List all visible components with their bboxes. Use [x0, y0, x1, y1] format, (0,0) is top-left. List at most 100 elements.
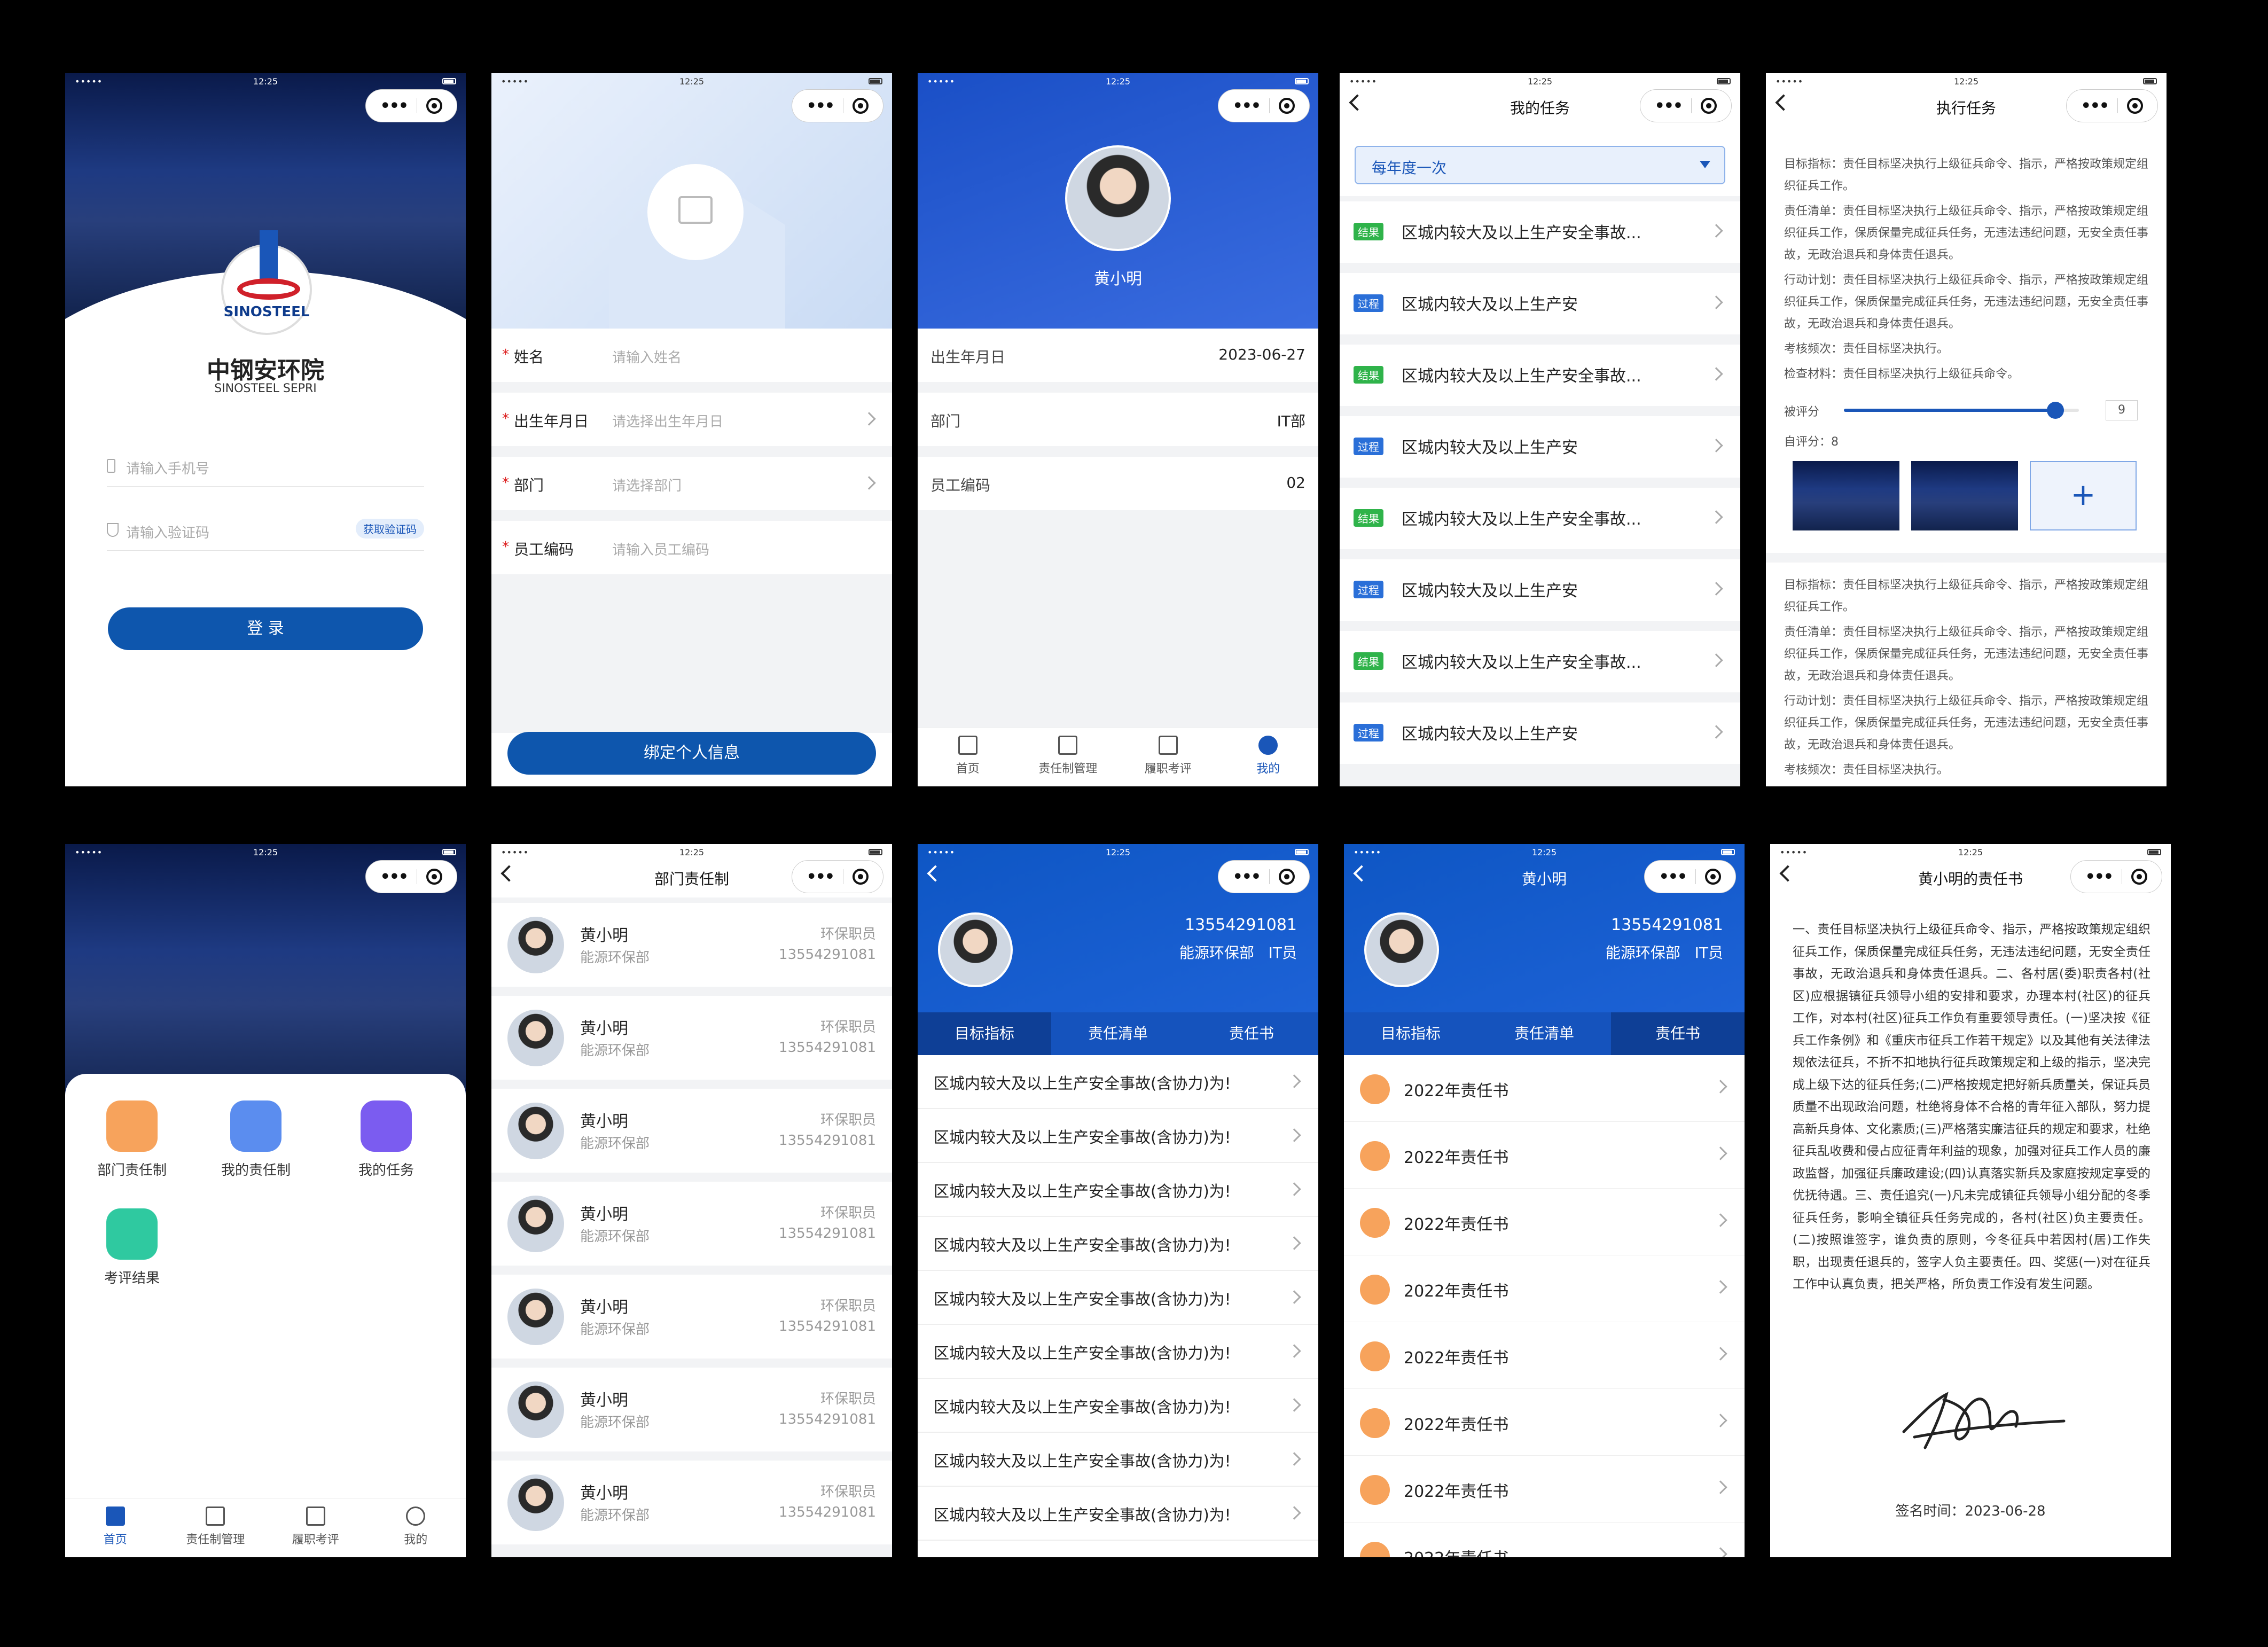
book-item[interactable]: 2022年责任书	[1344, 1322, 1745, 1389]
capsule-menu[interactable]: •••	[2066, 89, 2158, 122]
avatar[interactable]	[1065, 145, 1171, 251]
target-item[interactable]: 区城内较大及以上生产安全事故(含协力)为!	[918, 1379, 1318, 1433]
phone-field[interactable]: 请输入手机号	[107, 452, 424, 487]
capsule-menu[interactable]: •••	[792, 860, 883, 893]
photo-thumb[interactable]	[1793, 461, 1899, 530]
capsule-menu[interactable]: •••	[1218, 89, 1310, 122]
tab-list[interactable]: 责任清单	[1477, 1012, 1611, 1055]
more-icon[interactable]: •••	[1659, 868, 1688, 886]
task-item[interactable]: 结果 区城内较大及以上生产安全事故...	[1340, 201, 1740, 263]
photo-thumb[interactable]	[1911, 461, 2018, 530]
slider-handle[interactable]	[2047, 402, 2064, 419]
tab-mine[interactable]: 我的	[366, 1499, 466, 1557]
person-item[interactable]: 黄小明 能源环保部 环保职员 13554291081	[491, 1461, 892, 1544]
book-item[interactable]: 2022年责任书	[1344, 1523, 1745, 1557]
tab-list[interactable]: 责任清单	[1051, 1012, 1185, 1055]
capsule-menu[interactable]: •••	[792, 89, 883, 122]
tab-target[interactable]: 目标指标	[1344, 1012, 1477, 1055]
dept-picker[interactable]: 请选择部门	[612, 475, 682, 495]
capsule-menu[interactable]: •••	[1644, 860, 1736, 893]
tab-mine[interactable]: 我的	[1218, 728, 1319, 786]
bind-button[interactable]: 绑定个人信息	[507, 732, 876, 775]
book-item[interactable]: 2022年责任书	[1344, 1055, 1745, 1122]
task-item[interactable]: 过程 区城内较大及以上生产安	[1340, 273, 1740, 334]
image-upload-icon[interactable]	[647, 164, 744, 260]
target-item[interactable]: 区城内较大及以上生产安全事故(含协力)为!	[918, 1487, 1318, 1541]
person-item[interactable]: 黄小明 能源环保部 环保职员 13554291081	[491, 1368, 892, 1451]
task-item[interactable]: 过程 区城内较大及以上生产安	[1340, 559, 1740, 621]
capsule-menu[interactable]: •••	[1218, 860, 1310, 893]
capsule-menu[interactable]: •••	[1640, 89, 1732, 122]
person-item[interactable]: 黄小明 能源环保部 环保职员 13554291081	[491, 903, 892, 987]
task-item[interactable]: 结果 区城内较大及以上生产安全事故...	[1340, 631, 1740, 692]
login-button[interactable]: 登 录	[108, 607, 423, 650]
birth-picker[interactable]: 请选择出生年月日	[612, 411, 723, 431]
target-item[interactable]: 区城内较大及以上生产安全事故(含协力)为!	[918, 1325, 1318, 1379]
grid-dept-duty[interactable]: 部门责任制	[87, 1100, 177, 1179]
person-item[interactable]: 黄小明 能源环保部 环保职员 13554291081	[491, 1089, 892, 1173]
more-icon[interactable]: •••	[1233, 868, 1262, 886]
close-mini-icon[interactable]	[853, 869, 869, 885]
tab-duty[interactable]: 责任制管理	[166, 1499, 266, 1557]
tab-target[interactable]: 目标指标	[918, 1012, 1051, 1055]
get-code-button[interactable]: 获取验证码	[356, 519, 424, 538]
capsule-menu[interactable]: •••	[365, 89, 457, 122]
grid-my-task[interactable]: 我的任务	[341, 1100, 432, 1179]
grid-eval-result[interactable]: 考评结果	[87, 1208, 177, 1287]
target-item[interactable]: 区城内较大及以上生产安全事故(含协力)为!	[918, 1109, 1318, 1163]
book-item[interactable]: 2022年责任书	[1344, 1456, 1745, 1523]
close-mini-icon[interactable]	[2127, 98, 2144, 114]
tab-home[interactable]: 首页	[65, 1499, 166, 1557]
more-icon[interactable]: •••	[380, 97, 409, 115]
name-row[interactable]: * 姓名 请输入姓名	[491, 329, 892, 382]
close-mini-icon[interactable]	[1705, 869, 1722, 885]
more-icon[interactable]: •••	[1233, 97, 1262, 115]
book-item[interactable]: 2022年责任书	[1344, 1389, 1745, 1456]
more-icon[interactable]: •••	[807, 97, 835, 115]
close-mini-icon[interactable]	[2131, 869, 2148, 885]
close-mini-icon[interactable]	[1279, 869, 1295, 885]
tab-home[interactable]: 首页	[918, 728, 1018, 786]
close-mini-icon[interactable]	[1279, 98, 1295, 114]
close-mini-icon[interactable]	[426, 98, 443, 114]
target-item[interactable]: 区城内较大及以上生产安全事故(含协力)为!	[918, 1433, 1318, 1487]
code-input[interactable]: 请输入验证码	[126, 522, 209, 542]
tab-letter[interactable]: 责任书	[1611, 1012, 1745, 1055]
add-photo-button[interactable]: +	[2030, 461, 2137, 530]
tab-eval[interactable]: 履职考评	[265, 1499, 366, 1557]
close-mini-icon[interactable]	[1701, 98, 1717, 114]
target-item[interactable]: 区城内较大及以上生产安全事故(含协力)为!	[918, 1217, 1318, 1271]
name-input[interactable]: 请输入姓名	[612, 347, 682, 366]
target-item[interactable]: 区城内较大及以上生产安全事故(含协力)为!	[918, 1055, 1318, 1109]
tab-letter[interactable]: 责任书	[1185, 1012, 1318, 1055]
capsule-menu[interactable]: •••	[365, 860, 457, 893]
capsule-menu[interactable]: •••	[2070, 860, 2162, 893]
score-value-box[interactable]: 9	[2106, 400, 2138, 420]
code-input[interactable]: 请输入员工编码	[612, 539, 709, 559]
tab-duty[interactable]: 责任制管理	[1018, 728, 1119, 786]
target-item[interactable]: 区城内较大及以上生产安全事故(含协力)为!	[918, 1163, 1318, 1217]
more-icon[interactable]: •••	[1655, 97, 1684, 115]
book-item[interactable]: 2022年责任书	[1344, 1122, 1745, 1189]
person-item[interactable]: 黄小明 能源环保部 环保职员 13554291081	[491, 1275, 892, 1359]
book-item[interactable]: 2022年责任书	[1344, 1255, 1745, 1322]
person-item[interactable]: 黄小明 能源环保部 环保职员 13554291081	[491, 1182, 892, 1266]
more-icon[interactable]: •••	[807, 868, 835, 886]
grid-my-duty[interactable]: 我的责任制	[210, 1100, 301, 1179]
task-item[interactable]: 过程 区城内较大及以上生产安	[1340, 416, 1740, 478]
task-item[interactable]: 结果 区城内较大及以上生产安全事故...	[1340, 345, 1740, 406]
more-icon[interactable]: •••	[2085, 868, 2114, 886]
phone-input[interactable]: 请输入手机号	[126, 458, 209, 478]
frequency-select[interactable]: 每年度一次	[1355, 146, 1725, 184]
birth-row[interactable]: * 出生年月日 请选择出生年月日	[491, 393, 892, 446]
code-field[interactable]: 请输入验证码 获取验证码	[107, 517, 424, 551]
more-icon[interactable]: •••	[2081, 97, 2110, 115]
code-row[interactable]: * 员工编码 请输入员工编码	[491, 521, 892, 574]
close-mini-icon[interactable]	[853, 98, 869, 114]
more-icon[interactable]: •••	[380, 868, 409, 886]
task-item[interactable]: 过程 区城内较大及以上生产安	[1340, 702, 1740, 764]
tab-eval[interactable]: 履职考评	[1118, 728, 1218, 786]
dept-row[interactable]: * 部门 请选择部门	[491, 457, 892, 510]
score-slider[interactable]	[1844, 402, 2079, 419]
target-item[interactable]: 区城内较大及以上生产安全事故(含协力)为!	[918, 1271, 1318, 1325]
